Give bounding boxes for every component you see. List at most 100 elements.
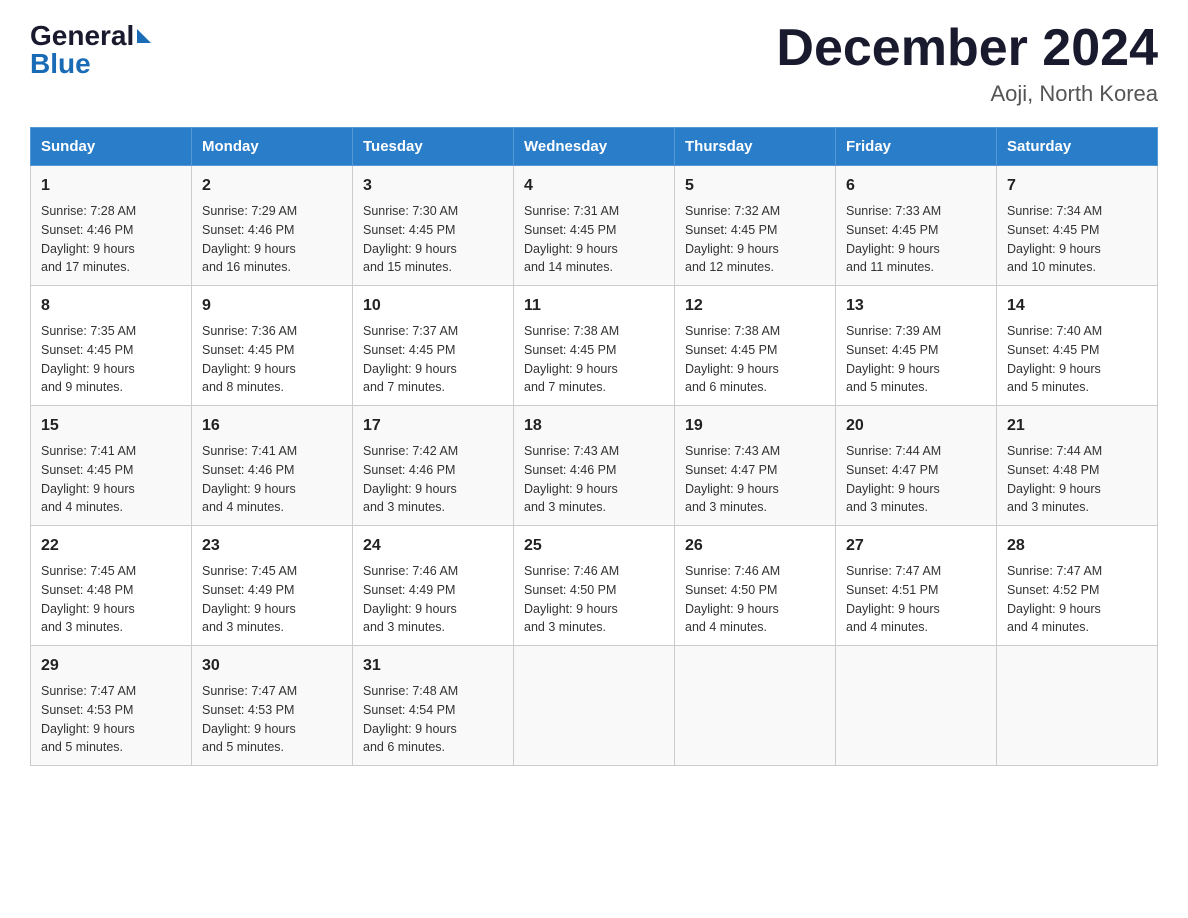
day-info: Sunrise: 7:32 AM Sunset: 4:45 PM Dayligh… (685, 202, 825, 277)
day-number: 19 (685, 414, 825, 438)
day-number: 5 (685, 174, 825, 198)
calendar-cell: 5 Sunrise: 7:32 AM Sunset: 4:45 PM Dayli… (675, 166, 836, 286)
day-number: 31 (363, 654, 503, 678)
day-number: 18 (524, 414, 664, 438)
day-number: 14 (1007, 294, 1147, 318)
day-number: 16 (202, 414, 342, 438)
day-info: Sunrise: 7:47 AM Sunset: 4:53 PM Dayligh… (41, 682, 181, 757)
day-info: Sunrise: 7:42 AM Sunset: 4:46 PM Dayligh… (363, 442, 503, 517)
day-info: Sunrise: 7:38 AM Sunset: 4:45 PM Dayligh… (685, 322, 825, 397)
day-info: Sunrise: 7:34 AM Sunset: 4:45 PM Dayligh… (1007, 202, 1147, 277)
day-info: Sunrise: 7:36 AM Sunset: 4:45 PM Dayligh… (202, 322, 342, 397)
day-info: Sunrise: 7:44 AM Sunset: 4:47 PM Dayligh… (846, 442, 986, 517)
calendar-cell: 14 Sunrise: 7:40 AM Sunset: 4:45 PM Dayl… (997, 286, 1158, 406)
day-number: 29 (41, 654, 181, 678)
calendar-cell: 4 Sunrise: 7:31 AM Sunset: 4:45 PM Dayli… (514, 166, 675, 286)
page-header: General Blue December 2024 Aoji, North K… (30, 20, 1158, 107)
calendar-cell: 3 Sunrise: 7:30 AM Sunset: 4:45 PM Dayli… (353, 166, 514, 286)
day-info: Sunrise: 7:47 AM Sunset: 4:51 PM Dayligh… (846, 562, 986, 637)
calendar-week-2: 8 Sunrise: 7:35 AM Sunset: 4:45 PM Dayli… (31, 286, 1158, 406)
day-number: 6 (846, 174, 986, 198)
calendar-cell (514, 646, 675, 766)
day-info: Sunrise: 7:43 AM Sunset: 4:47 PM Dayligh… (685, 442, 825, 517)
day-info: Sunrise: 7:37 AM Sunset: 4:45 PM Dayligh… (363, 322, 503, 397)
calendar-table: SundayMondayTuesdayWednesdayThursdayFrid… (30, 127, 1158, 766)
day-number: 9 (202, 294, 342, 318)
col-header-tuesday: Tuesday (353, 128, 514, 166)
calendar-week-5: 29 Sunrise: 7:47 AM Sunset: 4:53 PM Dayl… (31, 646, 1158, 766)
calendar-cell: 12 Sunrise: 7:38 AM Sunset: 4:45 PM Dayl… (675, 286, 836, 406)
day-number: 23 (202, 534, 342, 558)
col-header-thursday: Thursday (675, 128, 836, 166)
calendar-cell: 22 Sunrise: 7:45 AM Sunset: 4:48 PM Dayl… (31, 526, 192, 646)
calendar-cell: 28 Sunrise: 7:47 AM Sunset: 4:52 PM Dayl… (997, 526, 1158, 646)
calendar-cell: 10 Sunrise: 7:37 AM Sunset: 4:45 PM Dayl… (353, 286, 514, 406)
day-number: 22 (41, 534, 181, 558)
day-info: Sunrise: 7:38 AM Sunset: 4:45 PM Dayligh… (524, 322, 664, 397)
calendar-cell: 17 Sunrise: 7:42 AM Sunset: 4:46 PM Dayl… (353, 406, 514, 526)
day-info: Sunrise: 7:30 AM Sunset: 4:45 PM Dayligh… (363, 202, 503, 277)
day-info: Sunrise: 7:47 AM Sunset: 4:53 PM Dayligh… (202, 682, 342, 757)
day-number: 17 (363, 414, 503, 438)
day-number: 24 (363, 534, 503, 558)
calendar-cell: 19 Sunrise: 7:43 AM Sunset: 4:47 PM Dayl… (675, 406, 836, 526)
day-info: Sunrise: 7:44 AM Sunset: 4:48 PM Dayligh… (1007, 442, 1147, 517)
logo: General Blue (30, 20, 151, 80)
day-info: Sunrise: 7:31 AM Sunset: 4:45 PM Dayligh… (524, 202, 664, 277)
day-info: Sunrise: 7:35 AM Sunset: 4:45 PM Dayligh… (41, 322, 181, 397)
calendar-cell: 1 Sunrise: 7:28 AM Sunset: 4:46 PM Dayli… (31, 166, 192, 286)
calendar-cell: 13 Sunrise: 7:39 AM Sunset: 4:45 PM Dayl… (836, 286, 997, 406)
day-number: 8 (41, 294, 181, 318)
month-title: December 2024 (776, 20, 1158, 77)
calendar-cell: 29 Sunrise: 7:47 AM Sunset: 4:53 PM Dayl… (31, 646, 192, 766)
day-number: 11 (524, 294, 664, 318)
day-info: Sunrise: 7:28 AM Sunset: 4:46 PM Dayligh… (41, 202, 181, 277)
calendar-cell: 23 Sunrise: 7:45 AM Sunset: 4:49 PM Dayl… (192, 526, 353, 646)
calendar-cell: 15 Sunrise: 7:41 AM Sunset: 4:45 PM Dayl… (31, 406, 192, 526)
day-info: Sunrise: 7:46 AM Sunset: 4:50 PM Dayligh… (524, 562, 664, 637)
location-text: Aoji, North Korea (776, 81, 1158, 107)
logo-arrow-icon (137, 29, 151, 43)
day-number: 1 (41, 174, 181, 198)
day-number: 20 (846, 414, 986, 438)
calendar-week-1: 1 Sunrise: 7:28 AM Sunset: 4:46 PM Dayli… (31, 166, 1158, 286)
day-number: 2 (202, 174, 342, 198)
calendar-week-4: 22 Sunrise: 7:45 AM Sunset: 4:48 PM Dayl… (31, 526, 1158, 646)
day-number: 21 (1007, 414, 1147, 438)
day-number: 7 (1007, 174, 1147, 198)
day-number: 4 (524, 174, 664, 198)
calendar-cell (997, 646, 1158, 766)
day-info: Sunrise: 7:41 AM Sunset: 4:45 PM Dayligh… (41, 442, 181, 517)
day-info: Sunrise: 7:40 AM Sunset: 4:45 PM Dayligh… (1007, 322, 1147, 397)
calendar-cell: 21 Sunrise: 7:44 AM Sunset: 4:48 PM Dayl… (997, 406, 1158, 526)
day-number: 10 (363, 294, 503, 318)
calendar-cell: 18 Sunrise: 7:43 AM Sunset: 4:46 PM Dayl… (514, 406, 675, 526)
calendar-cell (836, 646, 997, 766)
title-section: December 2024 Aoji, North Korea (776, 20, 1158, 107)
calendar-cell: 6 Sunrise: 7:33 AM Sunset: 4:45 PM Dayli… (836, 166, 997, 286)
calendar-cell: 26 Sunrise: 7:46 AM Sunset: 4:50 PM Dayl… (675, 526, 836, 646)
col-header-sunday: Sunday (31, 128, 192, 166)
day-number: 25 (524, 534, 664, 558)
calendar-cell: 9 Sunrise: 7:36 AM Sunset: 4:45 PM Dayli… (192, 286, 353, 406)
col-header-monday: Monday (192, 128, 353, 166)
calendar-cell: 7 Sunrise: 7:34 AM Sunset: 4:45 PM Dayli… (997, 166, 1158, 286)
day-info: Sunrise: 7:46 AM Sunset: 4:50 PM Dayligh… (685, 562, 825, 637)
calendar-cell: 24 Sunrise: 7:46 AM Sunset: 4:49 PM Dayl… (353, 526, 514, 646)
calendar-cell: 30 Sunrise: 7:47 AM Sunset: 4:53 PM Dayl… (192, 646, 353, 766)
calendar-cell: 8 Sunrise: 7:35 AM Sunset: 4:45 PM Dayli… (31, 286, 192, 406)
calendar-week-3: 15 Sunrise: 7:41 AM Sunset: 4:45 PM Dayl… (31, 406, 1158, 526)
calendar-cell: 2 Sunrise: 7:29 AM Sunset: 4:46 PM Dayli… (192, 166, 353, 286)
day-number: 13 (846, 294, 986, 318)
calendar-cell: 31 Sunrise: 7:48 AM Sunset: 4:54 PM Dayl… (353, 646, 514, 766)
calendar-cell: 11 Sunrise: 7:38 AM Sunset: 4:45 PM Dayl… (514, 286, 675, 406)
logo-blue-text: Blue (30, 48, 91, 80)
calendar-cell: 20 Sunrise: 7:44 AM Sunset: 4:47 PM Dayl… (836, 406, 997, 526)
day-info: Sunrise: 7:39 AM Sunset: 4:45 PM Dayligh… (846, 322, 986, 397)
calendar-cell (675, 646, 836, 766)
calendar-cell: 27 Sunrise: 7:47 AM Sunset: 4:51 PM Dayl… (836, 526, 997, 646)
col-header-saturday: Saturday (997, 128, 1158, 166)
day-info: Sunrise: 7:41 AM Sunset: 4:46 PM Dayligh… (202, 442, 342, 517)
day-number: 12 (685, 294, 825, 318)
day-info: Sunrise: 7:43 AM Sunset: 4:46 PM Dayligh… (524, 442, 664, 517)
